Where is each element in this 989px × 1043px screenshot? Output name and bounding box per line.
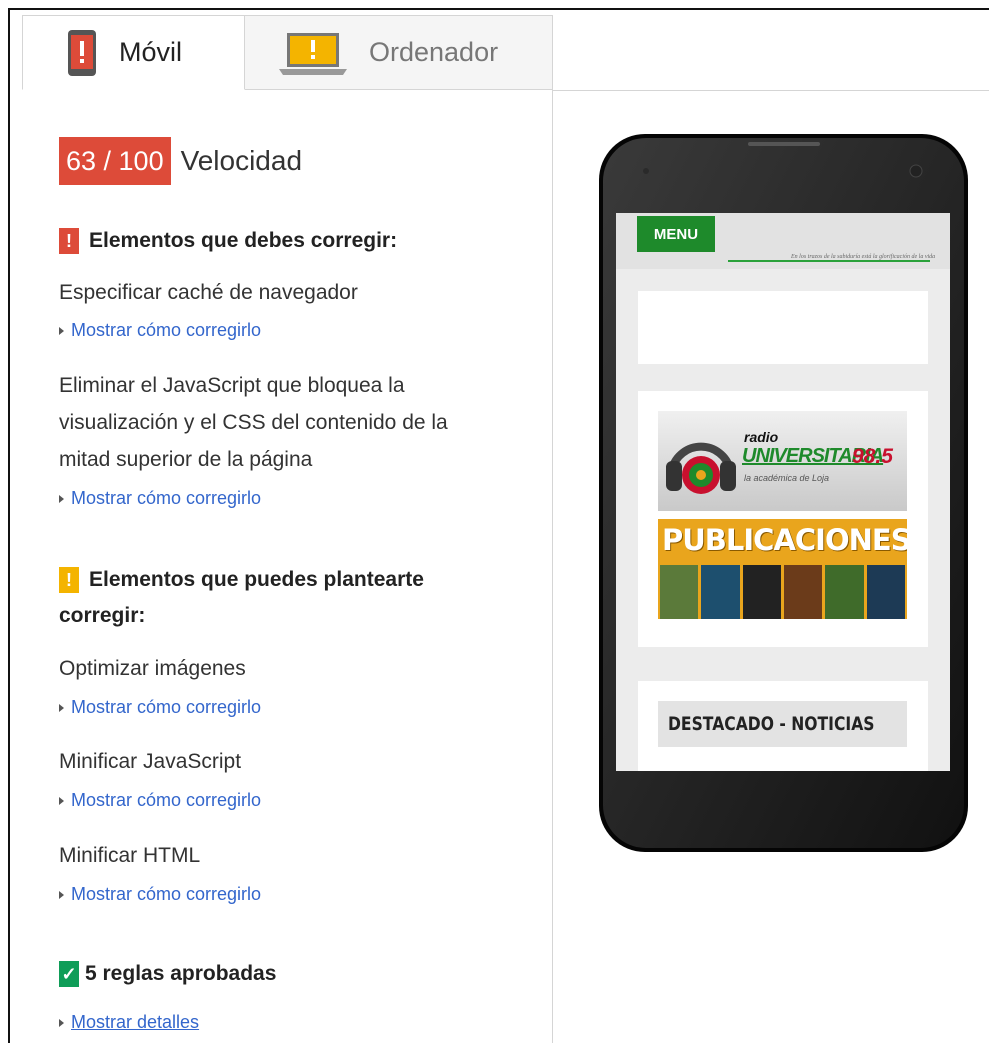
rule-optimize-images: Optimizar imágenes [59,657,246,680]
expand-arrow-icon [59,494,64,503]
laptop-icon [279,32,347,75]
radio-subtitle: la académica de Loja [744,473,830,483]
header-line [728,260,930,262]
rule-minify-html: Minificar HTML [59,844,201,867]
radio-banner: radio UNIVERSITARIA 98.5 la académica de… [658,411,907,511]
passed-rules-title: 5 reglas aprobadas [85,962,277,985]
expand-arrow-icon [59,1018,64,1027]
publications-title: PUBLICACIONES [662,523,907,557]
radio-word: radio [744,429,779,445]
link-text: Mostrar cómo corregirlo [71,697,262,717]
passed-rules-heading: ✓ 5 reglas aprobadas [59,956,276,992]
score-label: Velocidad [180,145,303,176]
consider-fixing-title-line2: corregir: [59,604,146,627]
rule-minify-js: Minificar JavaScript [59,750,242,773]
show-fix-link-minify-html[interactable]: Mostrar cómo corregirlo [59,884,261,905]
preview-blank-card [638,291,928,364]
featured-news-label: DESTACADO - NOTICIAS [668,713,875,735]
device-tabs: Móvil Ordenador [10,10,989,91]
cover-thumb [783,565,823,619]
cover-thumb [660,565,699,619]
check-icon: ✓ [59,961,79,987]
consider-fixing-heading: ! Elementos que puedes plantearte [59,562,424,598]
featured-news-heading: DESTACADO - NOTICIAS [658,701,907,747]
show-fix-link-optimize-images[interactable]: Mostrar cómo corregirlo [59,697,261,718]
rule-line: Eliminar el JavaScript que bloquea la [59,374,405,397]
consider-fixing-heading-cont: corregir: [59,598,145,634]
cover-thumb [701,565,740,619]
rule-render-blocking: Eliminar el JavaScript que bloquea la vi… [59,367,519,478]
consider-fixing-title-line1: Elementos que puedes plantearte [89,568,424,591]
rule-line: visualización y el CSS del contenido de … [59,411,448,434]
preview-site-header: MENU En los trazos de la sabiduría está … [616,213,950,269]
link-text: Mostrar cómo corregirlo [71,320,262,340]
tab-mobile[interactable]: Móvil [22,15,245,90]
frame-border-left [8,8,10,1043]
link-text: Mostrar cómo corregirlo [71,884,262,904]
publications-banner: PUBLICACIONES [658,519,907,619]
cover-thumb [825,565,864,619]
expand-arrow-icon [59,890,64,899]
radio-frequency: 98.5 [852,445,893,468]
column-divider [552,90,553,1043]
mobile-phone-icon [68,29,96,76]
cover-thumb [742,565,781,619]
score-badge: 63 / 100 [59,137,171,185]
link-text: Mostrar detalles [71,1012,200,1032]
tab-desktop-label: Ordenador [369,37,499,67]
expand-arrow-icon [59,703,64,712]
speed-score: 63 / 100 Velocidad [59,137,302,185]
link-text: Mostrar cómo corregirlo [71,790,262,810]
mobile-preview-screen: MENU En los trazos de la sabiduría está … [616,213,950,771]
show-fix-link-browser-caching[interactable]: Mostrar cómo corregirlo [59,320,261,341]
expand-arrow-icon [59,326,64,335]
rule-line: mitad superior de la página [59,448,313,471]
expand-arrow-icon [59,796,64,805]
show-fix-link-render-blocking[interactable]: Mostrar cómo corregirlo [59,488,261,509]
must-fix-title: Elementos que debes corregir: [89,229,398,252]
header-tagline: En los trazos de la sabiduría está la gl… [791,254,936,260]
tab-strip-filler [553,15,989,91]
warning-icon: ! [59,567,79,593]
cover-thumb [866,565,905,619]
link-text: Mostrar cómo corregirlo [71,488,262,508]
must-fix-heading: ! Elementos que debes corregir: [59,223,397,259]
rule-browser-caching: Especificar caché de navegador [59,281,358,304]
show-fix-link-minify-js[interactable]: Mostrar cómo corregirlo [59,790,261,811]
tab-desktop[interactable]: Ordenador [245,15,553,90]
publication-covers [660,565,905,619]
preview-menu-button: MENU [637,216,715,252]
headphones-icon [666,442,736,494]
tab-mobile-label: Móvil [119,37,183,67]
error-icon: ! [59,228,79,254]
show-details-link[interactable]: Mostrar detalles [59,1012,199,1033]
